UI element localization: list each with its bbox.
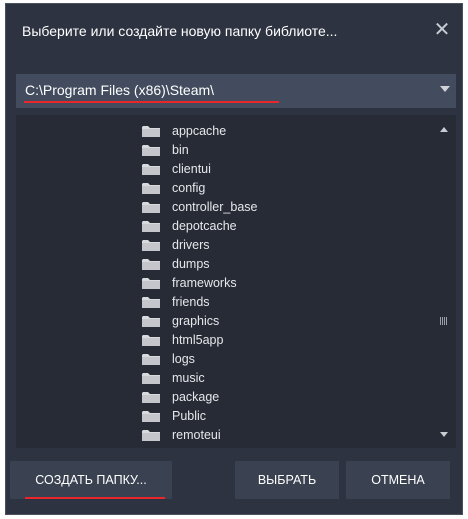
folder-item[interactable]: bin: [142, 140, 257, 159]
folder-item[interactable]: remoteui: [142, 425, 257, 444]
folder-label: frameworks: [172, 275, 237, 290]
folder-label: friends: [172, 294, 210, 309]
folder-icon: [142, 277, 160, 289]
folder-icon: [142, 410, 160, 422]
annotation-underline: [25, 497, 165, 499]
close-icon[interactable]: ✕: [430, 18, 454, 42]
folder-item[interactable]: clientui: [142, 159, 257, 178]
folder-label: logs: [172, 351, 195, 366]
library-folder-dialog: Выберите или создайте новую папку библио…: [5, 3, 463, 515]
folder-item[interactable]: package: [142, 387, 257, 406]
folder-label: dumps: [172, 256, 210, 271]
folder-item[interactable]: Public: [142, 406, 257, 425]
folder-item[interactable]: friends: [142, 292, 257, 311]
folder-icon: [142, 353, 160, 365]
folder-tree[interactable]: appcache bin clientui config controller_base…: [16, 115, 456, 448]
chevron-down-icon[interactable]: [440, 86, 450, 92]
annotation-underline: [24, 101, 279, 103]
folder-item[interactable]: frameworks: [142, 273, 257, 292]
folder-label: html5app: [172, 332, 224, 347]
scroll-thumb-grip[interactable]: [440, 317, 448, 325]
folder-icon: [142, 429, 160, 441]
folder-icon: [142, 144, 160, 156]
folder-label: graphics: [172, 313, 220, 328]
scroll-down-icon[interactable]: [440, 432, 448, 437]
folder-label: clientui: [172, 161, 211, 176]
folder-icon: [142, 125, 160, 137]
folder-item[interactable]: depotcache: [142, 216, 257, 235]
folder-label: config: [172, 180, 206, 195]
folder-label: depotcache: [172, 218, 237, 233]
create-folder-button[interactable]: СОЗДАТЬ ПАПКУ...: [10, 461, 172, 499]
folder-item[interactable]: config: [142, 178, 257, 197]
dialog-title: Выберите или создайте новую папку библио…: [22, 23, 338, 39]
folder-item[interactable]: html5app: [142, 330, 257, 349]
folder-icon: [142, 315, 160, 327]
folder-icon: [142, 372, 160, 384]
folder-label: Public: [172, 408, 207, 423]
folder-icon: [142, 258, 160, 270]
folder-icon: [142, 334, 160, 346]
folder-label: package: [172, 389, 220, 404]
dialog-titlebar: Выберите или создайте новую папку библио…: [6, 4, 462, 58]
folder-icon: [142, 182, 160, 194]
folder-label: music: [172, 370, 205, 385]
folder-icon: [142, 201, 160, 213]
path-dropdown[interactable]: C:\Program Files (x86)\Steam\: [16, 74, 456, 108]
folder-item[interactable]: appcache: [142, 121, 257, 140]
select-button[interactable]: ВЫБРАТЬ: [235, 461, 339, 499]
folder-label: bin: [172, 142, 189, 157]
folder-label: drivers: [172, 237, 210, 252]
folder-item[interactable]: controller_base: [142, 197, 257, 216]
vertical-scrollbar[interactable]: [438, 123, 450, 441]
folder-label: appcache: [172, 123, 227, 138]
path-value: C:\Program Files (x86)\Steam\: [25, 82, 215, 98]
folder-label: controller_base: [172, 199, 258, 214]
cancel-button[interactable]: ОТМЕНА: [346, 461, 450, 499]
folder-item[interactable]: drivers: [142, 235, 257, 254]
folder-item[interactable]: logs: [142, 349, 257, 368]
folder-item[interactable]: graphics: [142, 311, 257, 330]
folder-item[interactable]: dumps: [142, 254, 257, 273]
folder-icon: [142, 163, 160, 175]
folder-icon: [142, 296, 160, 308]
folder-label: remoteui: [172, 427, 221, 442]
folder-icon: [142, 220, 160, 232]
folder-icon: [142, 239, 160, 251]
folder-item[interactable]: music: [142, 368, 257, 387]
folder-list: appcache bin clientui config controller_base…: [142, 121, 257, 444]
folder-icon: [142, 391, 160, 403]
scroll-up-icon[interactable]: [440, 127, 448, 132]
